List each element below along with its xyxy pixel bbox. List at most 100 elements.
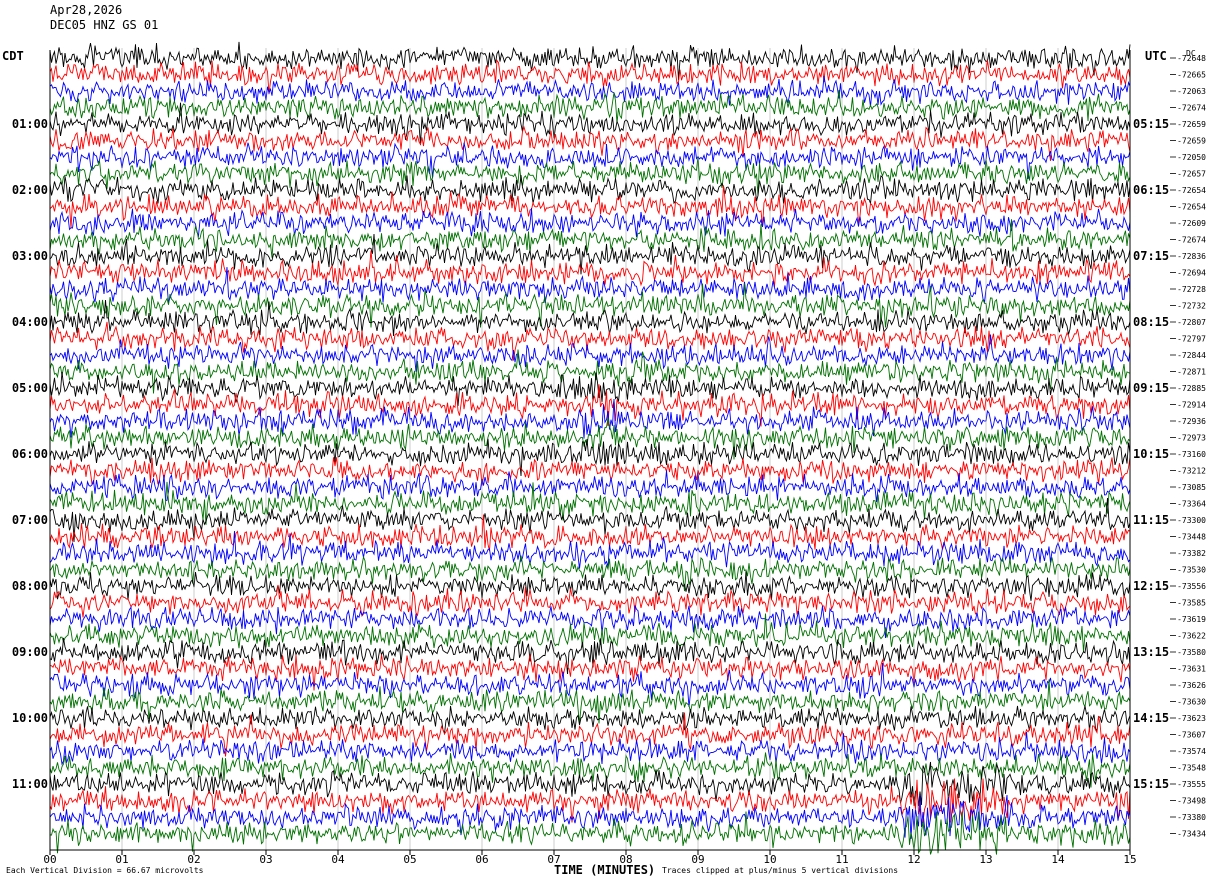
trace-row-10 [49,185,1131,229]
x-tick-label-10: 10 [763,853,776,866]
left-hour-label-0600: 06:00 [12,447,48,461]
vertical-division-note: Each Vertical Division = 66.67 microvolt… [6,866,204,875]
dc-offset-label-15: -72728 [1177,285,1206,294]
right-hour-label-1415: 14:15 [1133,711,1169,725]
dc-offset-label-4: -72674 [1177,104,1206,113]
x-tick-label-15: 15 [1123,853,1136,866]
trace-row-33 [49,571,1131,601]
x-tick-label-01: 01 [115,853,128,866]
clip-note: Traces clipped at plus/minus 5 vertical … [662,866,899,875]
trace-row-36 [49,613,1131,652]
right-hour-label-0715: 07:15 [1133,249,1169,263]
dc-offset-label-14: -72694 [1177,269,1206,278]
dc-offset-label-27: -73085 [1177,483,1206,492]
dc-offset-labels: -72648-72665-72063-72674-72659-72659-720… [1170,54,1206,839]
dc-offset-label-10: -72654 [1177,203,1206,212]
dc-offset-label-5: -72659 [1177,120,1206,129]
dc-offset-label-38: -73631 [1177,665,1206,674]
dc-offset-label-19: -72844 [1177,351,1206,360]
dc-offset-label-39: -73626 [1177,681,1206,690]
dc-offset-label-46: -73498 [1177,797,1206,806]
dc-offset-label-37: -73580 [1177,648,1206,657]
dc-offset-label-24: -72973 [1177,434,1206,443]
dc-offset-label-9: -72654 [1177,186,1206,195]
dc-offset-label-16: -72732 [1177,302,1206,311]
x-tick-label-09: 09 [691,853,704,866]
right-hour-label-0615: 06:15 [1133,183,1169,197]
right-hour-label-1115: 11:15 [1133,513,1169,527]
right-hour-label-1015: 10:15 [1133,447,1169,461]
left-hour-label-0700: 07:00 [12,513,48,527]
left-hour-label-0300: 03:00 [12,249,48,263]
dc-offset-label-22: -72914 [1177,401,1206,410]
right-hour-label-0815: 08:15 [1133,315,1169,329]
dc-offset-label-32: -73530 [1177,566,1206,575]
dc-offset-label-20: -72871 [1177,368,1206,377]
x-tick-label-11: 11 [835,853,848,866]
x-tick-label-14: 14 [1051,853,1065,866]
left-timezone-label: CDT [2,49,24,63]
x-axis-title: TIME (MINUTES) [554,863,656,877]
trace-row-27 [49,470,1131,503]
chart-title: Apr28,2026 [50,3,123,17]
x-tick-label-00: 00 [43,853,56,866]
dc-offset-label-6: -72659 [1177,137,1206,146]
dc-offset-label-11: -72609 [1177,219,1206,228]
left-hour-label-0400: 04:00 [12,315,48,329]
right-hour-label-1315: 13:15 [1133,645,1169,659]
dc-offset-label-35: -73619 [1177,615,1206,624]
dc-offset-label-13: -72836 [1177,252,1206,261]
helicorder-plot: 00 01 02 03 04 05 06 07 08 09 10 11 12 13 14 15 01:0002… [12,41,1206,866]
x-tick-label-06: 06 [475,853,488,866]
dc-offset-label-43: -73574 [1177,747,1206,756]
dc-offset-label-47: -73380 [1177,813,1206,822]
left-hour-label-1000: 10:00 [12,711,48,725]
dc-offset-label-17: -72807 [1177,318,1206,327]
dc-offset-label-33: -73556 [1177,582,1206,591]
right-timezone-label: UTC [1145,49,1167,63]
trace-row-47 [49,794,1131,840]
dc-offset-label-29: -73300 [1177,516,1206,525]
trace-row-26 [49,456,1131,486]
x-tick-label-13: 13 [979,853,992,866]
left-hour-label-0500: 05:00 [12,381,48,395]
right-hour-label-0515: 05:15 [1133,117,1169,131]
dc-offset-label-25: -73160 [1177,450,1206,459]
dc-offset-label-30: -73448 [1177,533,1206,542]
trace-group [49,41,1131,855]
left-hour-label-0800: 08:00 [12,579,48,593]
dc-offset-label-45: -73555 [1177,780,1206,789]
x-tick-label-02: 02 [187,853,200,866]
trace-row-32 [49,555,1131,592]
dc-offset-label-7: -72050 [1177,153,1206,162]
dc-offset-label-40: -73630 [1177,698,1206,707]
dc-offset-label-34: -73585 [1177,599,1206,608]
dc-offset-label-26: -73212 [1177,467,1206,476]
dc-offset-label-8: -72657 [1177,170,1206,179]
station-id: DEC05 HNZ GS 01 [50,18,159,32]
trace-row-46 [49,778,1131,824]
x-tick-label-04: 04 [331,853,345,866]
x-tick-label-05: 05 [403,853,416,866]
right-hour-label-0915: 09:15 [1133,381,1169,395]
x-tick-label-12: 12 [907,853,920,866]
left-hour-label-0200: 02:00 [12,183,48,197]
x-tick-label-03: 03 [259,853,272,866]
dc-column-label: DC [1186,49,1196,58]
right-hour-label-1515: 15:15 [1133,777,1169,791]
right-hour-label-1215: 12:15 [1133,579,1169,593]
trace-row-14 [49,250,1131,288]
dc-offset-label-28: -73364 [1177,500,1206,509]
trace-row-5 [49,102,1131,145]
dc-offset-label-12: -72674 [1177,236,1206,245]
dc-offset-label-3: -72063 [1177,87,1206,96]
trace-row-11 [49,208,1131,238]
left-hour-label-0900: 09:00 [12,645,48,659]
trace-row-4 [49,89,1131,124]
dc-offset-label-18: -72797 [1177,335,1206,344]
trace-row-9 [49,174,1131,205]
dc-offset-label-23: -72936 [1177,417,1206,426]
dc-offset-label-48: -73434 [1177,830,1206,839]
trace-row-35 [49,605,1131,639]
dc-offset-label-36: -73622 [1177,632,1206,641]
